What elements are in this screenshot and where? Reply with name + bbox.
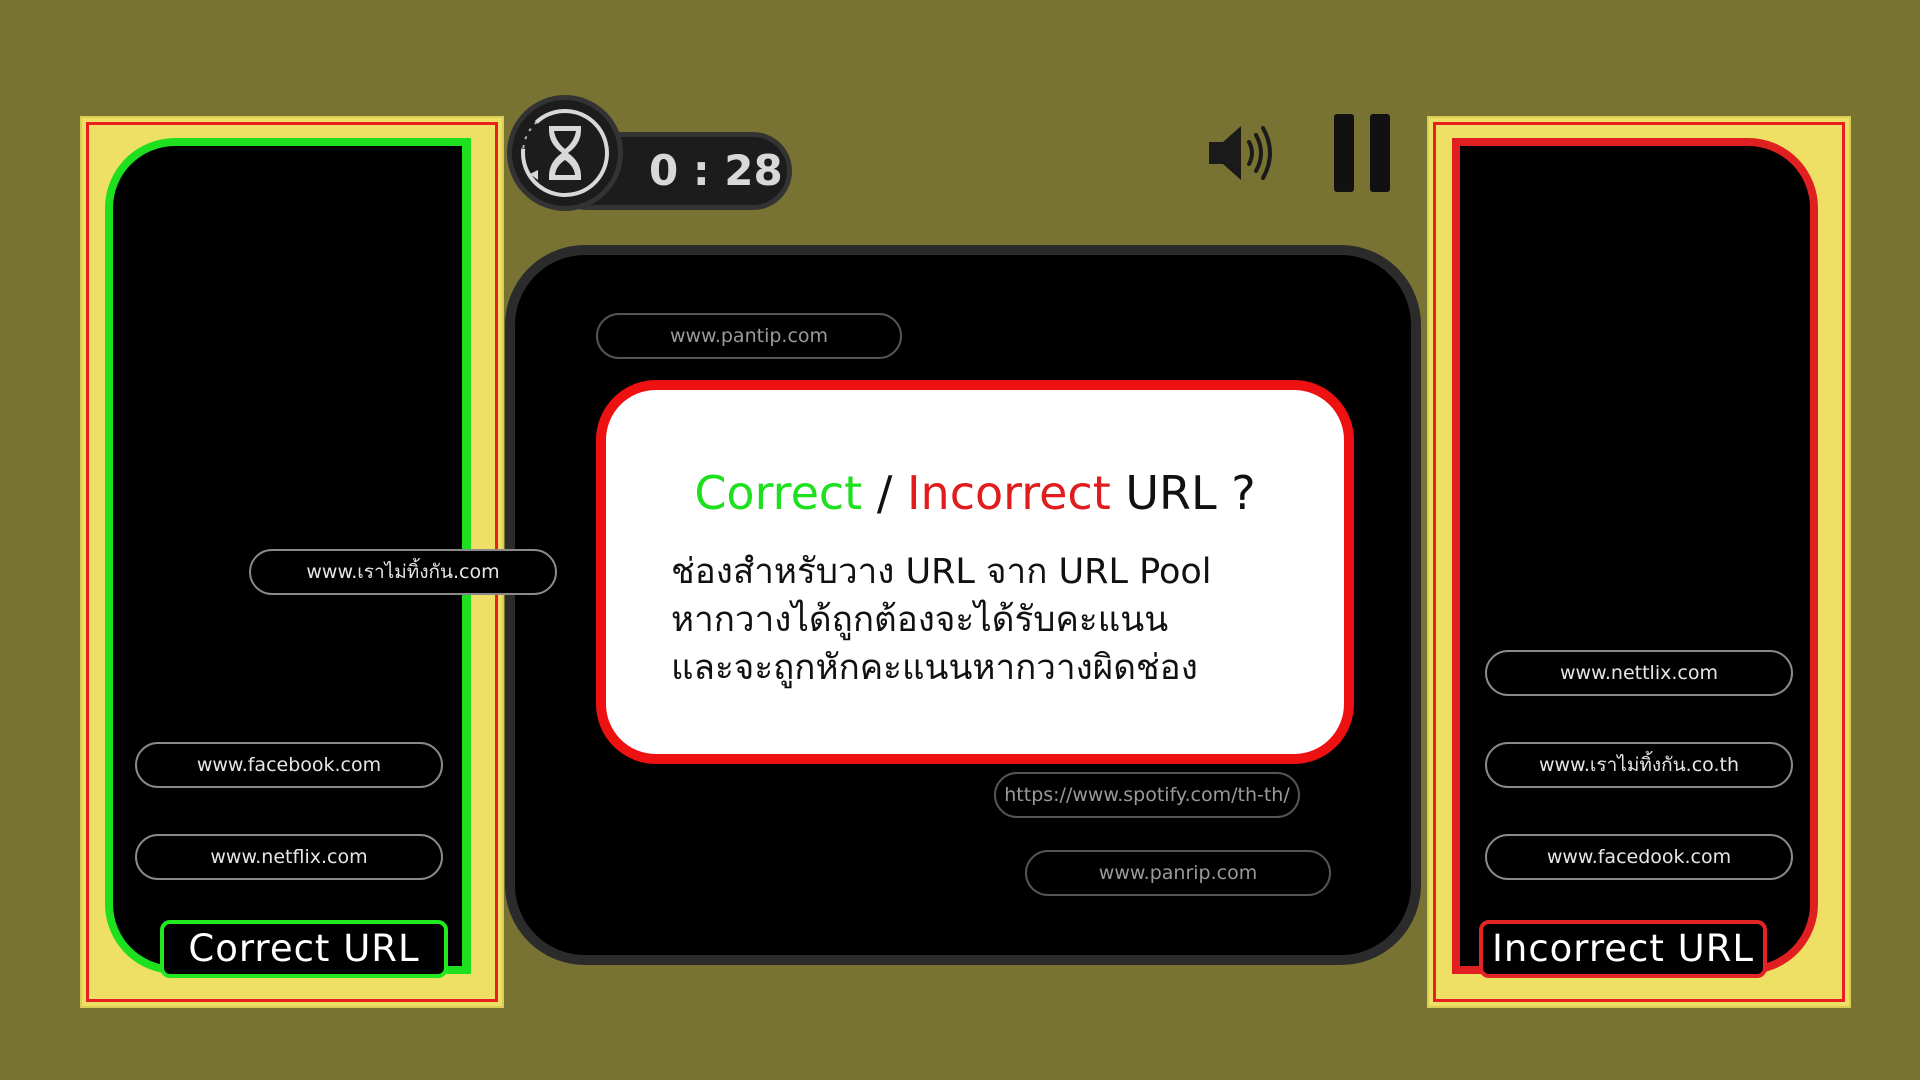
dragging-url-item[interactable]: www.เราไม่ทิ้งกัน.com [249,549,557,595]
instruction-card: Correct / Incorrect URL ? ช่องสำหรับวาง … [596,380,1354,764]
title-correct: Correct [694,466,863,520]
card-instructions: ช่องสำหรับวาง URL จาก URL Pool หากวางได้… [671,548,1311,692]
title-rest: URL ? [1110,466,1256,520]
pause-button[interactable] [1332,112,1392,194]
pool-url-item[interactable]: www.panrip.com [1025,850,1331,896]
sound-button[interactable] [1205,120,1275,186]
title-slash: / [862,466,907,520]
correct-bin-url-item[interactable]: www.facebook.com [135,742,443,788]
pool-url-item[interactable]: https://www.spotify.com/th-th/ [994,772,1300,818]
instruction-line: และจะถูกหักคะแนนหากวางผิดช่อง [671,648,1198,688]
instruction-line: หากวางได้ถูกต้องจะได้รับคะแนน [671,600,1169,640]
speaker-volume-icon [1209,126,1272,180]
instruction-line: ช่องสำหรับวาง URL จาก URL Pool [671,552,1212,592]
correct-bin-label: Correct URL [160,920,448,978]
card-title: Correct / Incorrect URL ? [606,466,1344,520]
title-incorrect: Incorrect [906,466,1111,520]
incorrect-bin-label: Incorrect URL [1479,920,1767,978]
hourglass-icon [507,95,623,211]
incorrect-bin-url-item[interactable]: www.facedook.com [1485,834,1793,880]
correct-bin-url-item[interactable]: www.netflix.com [135,834,443,880]
incorrect-bin-url-item[interactable]: www.nettlix.com [1485,650,1793,696]
pause-icon [1334,114,1390,192]
pool-url-item[interactable]: www.pantip.com [596,313,902,359]
incorrect-bin-url-item[interactable]: www.เราไม่ทิ้งกัน.co.th [1485,742,1793,788]
